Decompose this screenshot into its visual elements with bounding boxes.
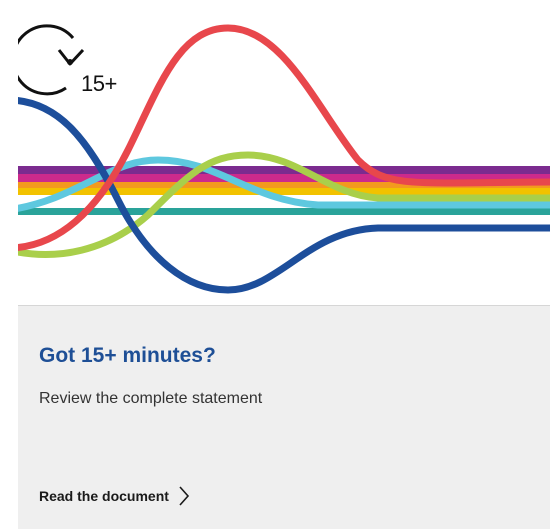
read-document-label: Read the document xyxy=(39,488,169,504)
time-badge: 15+ xyxy=(11,14,128,104)
info-panel: Got 15+ minutes? Review the complete sta… xyxy=(18,305,550,529)
card-title: Got 15+ minutes? xyxy=(39,344,216,367)
band-teal xyxy=(18,208,550,215)
chevron-right-icon xyxy=(179,486,189,506)
read-document-link[interactable]: Read the document xyxy=(39,484,191,508)
card-subtitle: Review the complete statement xyxy=(39,390,263,407)
time-label: 15+ xyxy=(81,71,117,96)
content-card: 15+ Got 15+ minutes? Review the complete… xyxy=(0,0,557,529)
